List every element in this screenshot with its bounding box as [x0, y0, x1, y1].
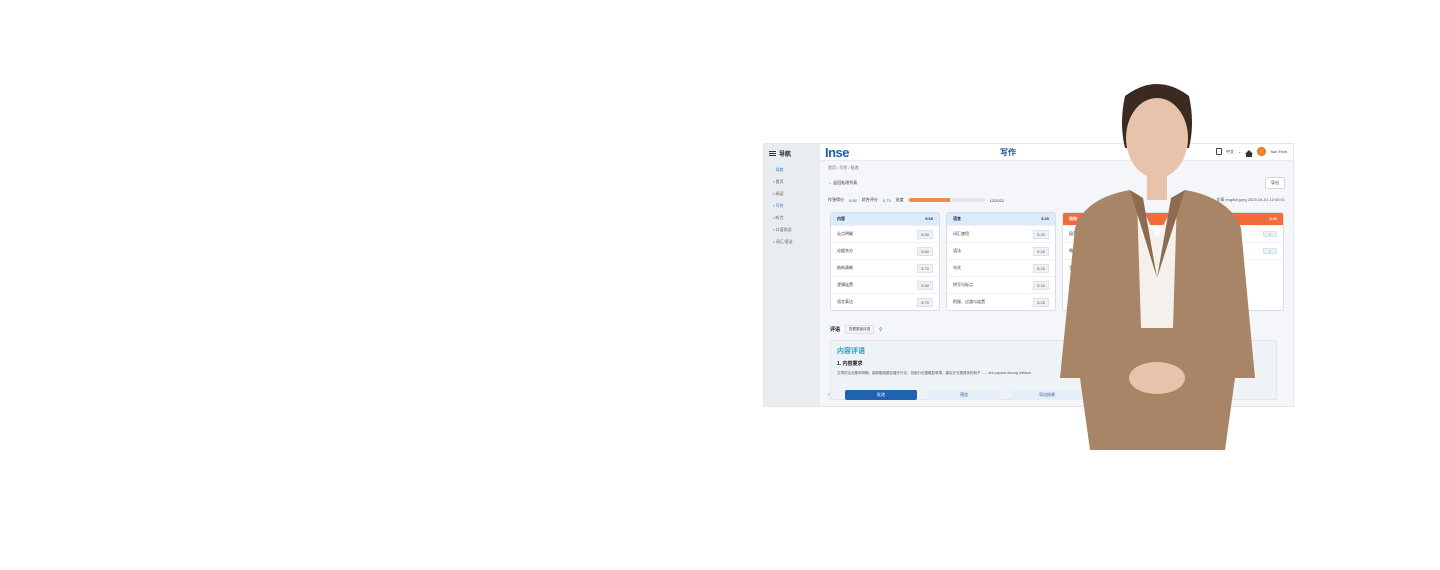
grade-button[interactable]: 批改 — [845, 390, 917, 400]
progress-bar — [908, 198, 985, 202]
card-row: 结构清晰 5.70 — [831, 259, 939, 276]
card-row: 逻辑连贯 5.60 — [831, 276, 939, 293]
score-link[interactable]: 5.65 — [849, 198, 857, 203]
card-header[interactable]: 内容 5.60 — [831, 213, 939, 225]
presenter-neck — [1147, 170, 1167, 200]
sidebar-item-listening[interactable]: • 听力 — [764, 212, 820, 224]
slide-stage: 导航 · 导航 • 首页 • 阅读 • 写作 • 听力 • 口语测试 • 词汇/… — [0, 0, 1440, 570]
progress-text: 12/2021 — [989, 197, 1005, 203]
sidebar-item-writing[interactable]: • 写作 — [764, 200, 820, 212]
presenter-face — [1126, 98, 1188, 178]
chevron-right-icon[interactable]: › — [828, 392, 834, 398]
overall-link[interactable]: 5.73 — [883, 198, 891, 203]
overall-label: 综合评分 — [861, 197, 878, 202]
card-language: 语言 5.20 词汇使用 5.20 语法 5.20 句式 5.20 拼写与标点 5.10 … — [946, 212, 1056, 311]
card-row: 论据充分 5.60 — [831, 242, 939, 259]
sidebar-item-nav[interactable]: · 导航 — [764, 164, 820, 176]
score-label: 作答得分 — [828, 197, 844, 202]
review-header: 评语 查看原始评语 ⚲ — [830, 325, 883, 334]
sidebar: 导航 · 导航 • 首页 • 阅读 • 写作 • 听力 • 口语测试 • 词汇/… — [764, 144, 820, 406]
review-tag[interactable]: 查看原始评语 — [845, 325, 875, 334]
page-title: 写作 — [1000, 148, 1016, 157]
app-logo[interactable]: Inse — [825, 145, 850, 160]
presenter-figure — [1060, 84, 1255, 450]
person-icon: ⚲ — [879, 326, 883, 333]
progress-label: 进度 — [895, 197, 904, 202]
card-row: 论点明确 5.80 — [831, 225, 939, 242]
brand-name: Sun Tech — [1270, 149, 1287, 154]
check-icon[interactable]: ✓ — [1263, 231, 1277, 237]
preview-button[interactable]: 预览 — [928, 390, 1000, 400]
presenter-hands — [1129, 362, 1185, 394]
presenter-art — [1060, 84, 1255, 450]
card-row: 词汇使用 5.20 — [947, 225, 1055, 242]
card-header[interactable]: 语言 5.20 — [947, 213, 1055, 225]
export-button[interactable]: 导出 — [1265, 177, 1285, 189]
sidebar-item-speaking[interactable]: • 口语测试 — [764, 224, 820, 236]
action-row: › 批改 预览 导出结果 — [828, 390, 1083, 400]
sidebar-title: 导航 — [779, 152, 792, 158]
card-row: 语法 5.20 — [947, 242, 1055, 259]
card-row: 拼写与标点 5.10 — [947, 276, 1055, 293]
back-link[interactable]: ← 返回批改列表 — [828, 180, 857, 186]
sidebar-item-grammar[interactable]: • 词汇/语法 — [764, 236, 820, 248]
sidebar-item-home[interactable]: • 首页 — [764, 176, 820, 188]
check-icon[interactable]: ✓ — [1263, 248, 1277, 254]
card-row: 衔接、过渡与连贯 5.20 — [947, 293, 1055, 310]
card-row: 语言表达 5.70 — [831, 293, 939, 310]
sidebar-item-reading[interactable]: • 阅读 — [764, 188, 820, 200]
menu-icon[interactable] — [769, 151, 776, 156]
review-label: 评语 — [830, 327, 841, 333]
card-content: 内容 5.60 论点明确 5.80 论据充分 5.60 结构清晰 5.70 逻辑连贯 5.… — [830, 212, 940, 311]
card-row: 句式 5.20 — [947, 259, 1055, 276]
progress-fill — [908, 198, 951, 202]
sidebar-header[interactable]: 导航 — [764, 144, 820, 164]
